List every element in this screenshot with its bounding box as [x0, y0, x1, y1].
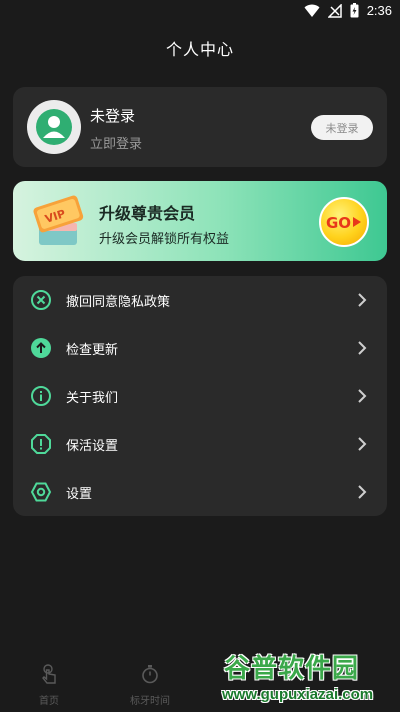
update-arrow-icon: [31, 338, 51, 358]
timer-icon: [142, 665, 158, 684]
vip-banner[interactable]: VIP 升级尊贵会员 升级会员解锁所有权益 GO: [13, 181, 387, 261]
status-bar: 2:36: [0, 0, 400, 24]
menu-item-keep-alive[interactable]: 保活设置: [13, 420, 387, 468]
keep-alive-icon: [31, 434, 51, 454]
login-button[interactable]: 未登录: [311, 115, 373, 140]
chevron-right-icon: [358, 293, 367, 307]
page-title: 个人中心: [165, 40, 234, 59]
menu-item-label: 检查更新: [66, 342, 119, 358]
menu-item-label: 设置: [66, 486, 93, 502]
go-label: GO: [326, 214, 351, 232]
menu-item-revoke-privacy[interactable]: 撤回同意隐私政策: [13, 276, 387, 324]
watermark: 谷普软件园 www.gupuxiazai.com: [218, 648, 400, 712]
user-icon: [36, 109, 72, 145]
go-icon: GO: [326, 214, 361, 232]
menu-item-about-us[interactable]: 关于我们: [13, 372, 387, 420]
chevron-right-icon: [358, 437, 367, 451]
home-touch-icon: [42, 664, 56, 684]
menu-item-label: 保活设置: [66, 438, 119, 454]
chevron-right-icon: [358, 341, 367, 355]
settings-icon: [30, 482, 52, 502]
revoke-x-icon: [31, 290, 51, 310]
battery-charging-icon: [350, 3, 359, 18]
menu-item-settings[interactable]: 设置: [13, 468, 387, 516]
vip-subtitle: 升级会员解锁所有权益: [99, 232, 230, 247]
menu-item-label: 撤回同意隐私政策: [66, 294, 171, 310]
nav-item-home[interactable]: 首页: [9, 664, 89, 707]
chevron-right-icon: [358, 389, 367, 403]
watermark-title: 谷普软件园: [224, 654, 360, 684]
signal-off-icon: [327, 3, 342, 18]
vip-ticket-icon: VIP: [33, 195, 84, 245]
nav-label: 首页: [39, 696, 59, 707]
status-time: 2:36: [366, 3, 392, 18]
menu-item-check-update[interactable]: 检查更新: [13, 324, 387, 372]
chevron-right-icon: [358, 485, 367, 499]
profile-name: 未登录: [90, 107, 136, 125]
wifi-icon: [304, 4, 320, 17]
avatar[interactable]: [27, 100, 81, 154]
vip-title: 升级尊贵会员: [99, 204, 196, 223]
login-link[interactable]: 立即登录: [90, 133, 142, 152]
go-button[interactable]: GO: [319, 197, 369, 247]
info-icon: [31, 386, 51, 406]
profile-card[interactable]: 未登录 立即登录 未登录: [13, 87, 387, 167]
menu-card: 撤回同意隐私政策 检查更新 关于我们 保活设置 设置: [13, 276, 387, 516]
nav-item-timer[interactable]: 标牙时间: [110, 664, 190, 707]
status-icons: 2:36: [304, 3, 392, 18]
nav-label: 标牙时间: [130, 696, 170, 707]
menu-item-label: 关于我们: [66, 390, 119, 406]
watermark-url: www.gupuxiazai.com: [222, 686, 374, 703]
